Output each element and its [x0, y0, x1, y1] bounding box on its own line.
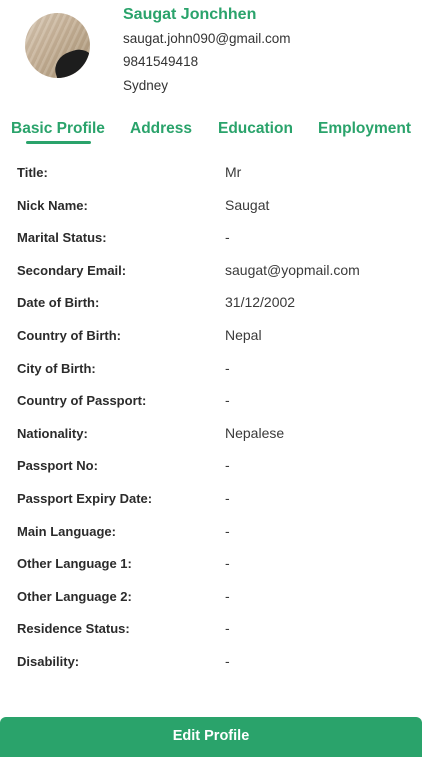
- user-name: Saugat Jonchhen: [123, 6, 257, 23]
- tab-address[interactable]: Address: [130, 120, 192, 138]
- field-label: Other Language 1:: [17, 556, 132, 572]
- field-row-main-language: Main Language: -: [0, 515, 422, 548]
- field-row-country-of-birth: Country of Birth: Nepal: [0, 319, 422, 352]
- field-value: -: [225, 587, 230, 604]
- profile-header: Saugat Jonchhen saugat.john090@gmail.com…: [0, 0, 422, 110]
- field-label: Main Language:: [17, 523, 116, 539]
- field-label: City of Birth:: [17, 360, 96, 376]
- field-row-country-of-passport: Country of Passport: -: [0, 384, 422, 417]
- field-row-disability: Disability: -: [0, 645, 422, 678]
- field-value: -: [225, 555, 230, 572]
- user-city: Sydney: [123, 78, 169, 93]
- field-row-title: Title: Mr: [0, 156, 422, 189]
- field-label: Marital Status:: [17, 230, 107, 246]
- field-row-passport-expiry-date: Passport Expiry Date: -: [0, 482, 422, 515]
- field-label: Nationality:: [17, 425, 88, 441]
- edit-profile-button[interactable]: Edit Profile: [0, 717, 422, 757]
- field-label: Secondary Email:: [17, 262, 127, 278]
- active-tab-indicator: [26, 141, 91, 144]
- field-label: Date of Birth:: [17, 295, 100, 311]
- field-value: -: [225, 489, 230, 506]
- field-label: Country of Birth:: [17, 327, 121, 343]
- field-row-secondary-email: Secondary Email: saugat@yopmail.com: [0, 254, 422, 287]
- field-value: saugat@yopmail.com: [225, 261, 360, 278]
- field-label: Passport Expiry Date:: [17, 490, 153, 506]
- field-row-city-of-birth: City of Birth: -: [0, 352, 422, 385]
- tab-basic-profile[interactable]: Basic Profile: [11, 120, 105, 138]
- field-value: -: [225, 457, 230, 474]
- field-row-other-language-1: Other Language 1: -: [0, 547, 422, 580]
- field-row-marital-status: Marital Status: -: [0, 221, 422, 254]
- avatar[interactable]: [25, 13, 90, 78]
- field-label: Passport No:: [17, 458, 98, 474]
- field-row-nick-name: Nick Name: Saugat: [0, 189, 422, 222]
- field-row-passport-no: Passport No: -: [0, 449, 422, 482]
- field-label: Residence Status:: [17, 621, 130, 637]
- field-label: Nick Name:: [17, 197, 88, 213]
- field-row-nationality: Nationality: Nepalese: [0, 417, 422, 450]
- field-row-other-language-2: Other Language 2: -: [0, 580, 422, 613]
- field-value: Saugat: [225, 196, 270, 213]
- user-phone: 9841549418: [123, 54, 199, 69]
- field-label: Country of Passport:: [17, 393, 147, 409]
- field-value: -: [225, 229, 230, 246]
- field-value: -: [225, 392, 230, 409]
- field-value: Nepalese: [225, 424, 285, 441]
- field-value: -: [225, 652, 230, 669]
- field-value: -: [225, 359, 230, 376]
- field-value: 31/12/2002: [225, 294, 296, 311]
- field-row-residence-status: Residence Status: -: [0, 612, 422, 645]
- field-label: Title:: [17, 165, 48, 180]
- field-value: -: [225, 522, 230, 539]
- user-email: saugat.john090@gmail.com: [123, 31, 291, 46]
- tab-employment[interactable]: Employment: [318, 120, 411, 138]
- field-label: Disability:: [17, 653, 80, 669]
- field-value: Mr: [225, 164, 242, 180]
- field-label: Other Language 2:: [17, 588, 132, 604]
- basic-profile-fields: Title: Mr Nick Name: Saugat Marital Stat…: [0, 156, 422, 678]
- field-row-date-of-birth: Date of Birth: 31/12/2002: [0, 286, 422, 319]
- field-value: Nepal: [225, 326, 262, 343]
- field-value: -: [225, 620, 230, 637]
- tab-education[interactable]: Education: [218, 120, 293, 138]
